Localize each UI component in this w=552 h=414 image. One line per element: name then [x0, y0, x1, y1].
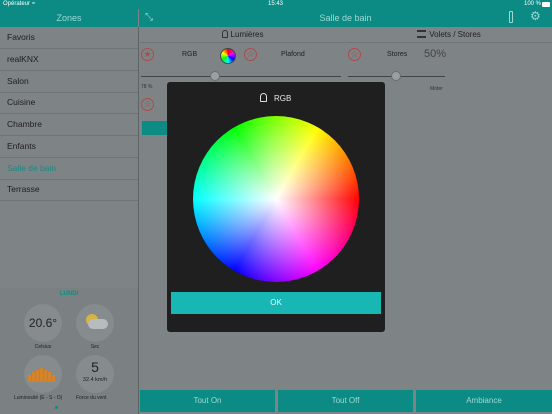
tab-lights[interactable]: Lumières	[140, 27, 345, 43]
bulb-icon	[260, 93, 267, 102]
wind-label: Force du vent	[76, 395, 107, 401]
thermometer-icon[interactable]	[509, 11, 513, 23]
temperature-value: 20.6°	[28, 316, 58, 330]
scene-favorite-star-icon[interactable]: ☆	[141, 98, 154, 111]
zone-item-chambre[interactable]: Chambre	[0, 114, 138, 136]
blinds-icon	[417, 30, 427, 38]
luminosity-label: Luminosité (E - S - O)	[14, 395, 63, 401]
zone-item-terrasse[interactable]: Terrasse	[0, 179, 138, 201]
blinds-slider-knob[interactable]	[391, 71, 401, 81]
all-off-button[interactable]: Tout Off	[278, 390, 413, 412]
zone-item-realknx[interactable]: realKNX	[0, 49, 138, 71]
dimmer-slider-track[interactable]	[141, 76, 341, 77]
sidebar-divider	[138, 27, 139, 414]
ok-button[interactable]: OK	[171, 292, 381, 314]
motor-label: Moter	[430, 86, 443, 92]
ambiance-button[interactable]: Ambiance	[416, 390, 552, 412]
weather-day: LUNDI	[59, 291, 79, 297]
zones-header: Zones	[0, 9, 138, 27]
ceiling-favorite-star-icon[interactable]: ☆	[244, 48, 257, 61]
condition-label: Sec	[90, 344, 100, 350]
temperature-unit: Celsius	[34, 344, 52, 350]
rgb-favorite-star-icon[interactable]: ★	[141, 48, 154, 61]
tab-shutters-label: Volets / Stores	[429, 30, 481, 39]
dimmer-slider-knob[interactable]	[210, 71, 220, 81]
blinds-position-value: 50%	[424, 48, 447, 60]
tab-shutters[interactable]: Volets / Stores	[346, 27, 552, 43]
settings-gear-icon[interactable]: ⚙	[530, 10, 541, 22]
blinds-favorite-star-icon[interactable]: ☆	[348, 48, 361, 61]
zone-item-favoris[interactable]: Favoris	[0, 27, 138, 49]
rgb-device-label: RGB	[182, 51, 198, 58]
clock: 15:43	[268, 1, 284, 7]
collapse-icon[interactable]: ⤡	[145, 12, 153, 23]
zone-item-cuisine[interactable]: Cuisine	[0, 92, 138, 114]
carrier-label: Opérateur	[3, 1, 31, 7]
status-bar: Opérateur ≈ 15:43 100 %	[0, 0, 552, 9]
dialog-title: RGB	[274, 94, 292, 103]
bulb-icon	[221, 30, 228, 38]
wifi-icon: ≈	[32, 1, 36, 7]
battery-label: 100 %	[524, 1, 542, 7]
wind-value: 5	[91, 359, 99, 375]
luminosity-bars-icon	[28, 368, 58, 382]
cloud-icon	[88, 319, 108, 329]
room-header: Salle de bain	[139, 9, 552, 27]
color-wheel[interactable]	[193, 116, 359, 282]
rgb-color-swatch-icon[interactable]	[220, 48, 236, 64]
zone-item-salon[interactable]: Salon	[0, 71, 138, 93]
ceiling-device-label: Plafond	[281, 51, 305, 58]
page-dot-active[interactable]	[55, 406, 58, 409]
zone-item-salle-de-bain[interactable]: Salle de bain	[0, 158, 138, 180]
scene-on-button[interactable]	[142, 121, 168, 135]
all-on-button[interactable]: Tout On	[140, 390, 275, 412]
blinds-device-label: Stores	[387, 51, 408, 58]
tab-lights-label: Lumières	[230, 30, 264, 39]
dimmer-value: 78 %	[141, 84, 153, 90]
zone-item-enfants[interactable]: Enfants	[0, 136, 138, 158]
zones-list: Favoris realKNX Salon Cuisine Chambre En…	[0, 27, 138, 202]
room-title: Salle de bain	[319, 13, 372, 23]
battery-icon	[542, 2, 550, 7]
wind-speed: 32.4 km/h	[82, 377, 108, 383]
